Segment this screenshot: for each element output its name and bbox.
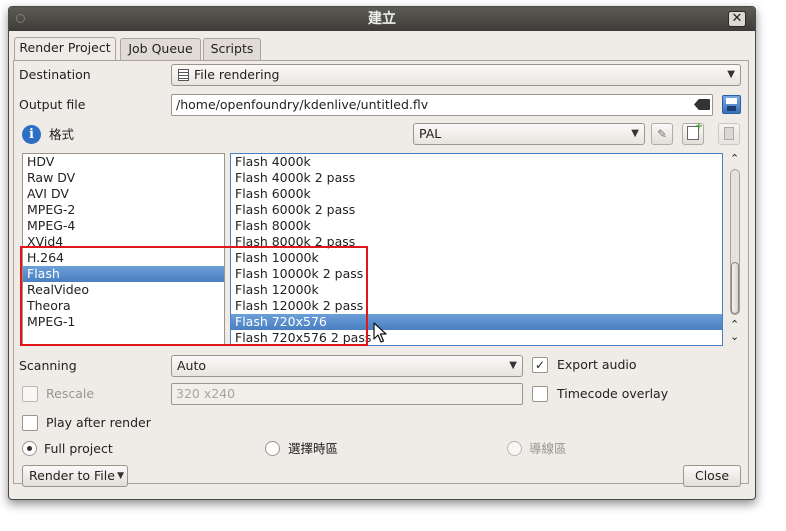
- pencil-icon: ✎: [656, 127, 668, 141]
- rescale-size-input[interactable]: 320 x240: [171, 383, 523, 405]
- format-list-item[interactable]: HDV: [23, 154, 224, 170]
- chevron-down-icon: ▼: [631, 128, 639, 139]
- preset-list-item[interactable]: Flash 6000k: [231, 186, 722, 202]
- output-file-label: Output file: [19, 97, 86, 112]
- delete-profile-button[interactable]: [718, 123, 740, 145]
- highlight-box: [20, 246, 368, 346]
- destination-label: Destination: [19, 67, 91, 82]
- destination-value: File rendering: [194, 67, 280, 82]
- chevron-down-icon: ▼: [509, 360, 517, 371]
- format-list-item[interactable]: Raw DV: [23, 170, 224, 186]
- close-button[interactable]: Close: [683, 465, 741, 487]
- destination-combo[interactable]: File rendering ▼: [171, 64, 741, 86]
- timecode-overlay-checkbox[interactable]: [532, 386, 548, 402]
- export-audio-checkbox[interactable]: ✓: [532, 357, 548, 373]
- trash-icon: [724, 127, 734, 140]
- render-to-file-button[interactable]: Render to File ▼: [22, 465, 128, 487]
- chevron-down-icon: ▼: [117, 471, 124, 481]
- preset-list-item[interactable]: Flash 4000k 2 pass: [231, 170, 722, 186]
- format-list-item[interactable]: MPEG-4: [23, 218, 224, 234]
- scanning-label: Scanning: [19, 358, 77, 373]
- info-icon[interactable]: i: [22, 125, 41, 144]
- profile-value: PAL: [419, 126, 442, 141]
- tab-render-project[interactable]: Render Project: [14, 37, 116, 61]
- preset-list-item[interactable]: Flash 4000k: [231, 154, 722, 170]
- preset-list-item[interactable]: Flash 8000k: [231, 218, 722, 234]
- selected-zone-label: 選擇時區: [288, 441, 339, 456]
- scanning-combo[interactable]: Auto ▼: [171, 355, 523, 377]
- selected-zone-radio[interactable]: [265, 441, 280, 456]
- format-label: 格式: [49, 127, 75, 142]
- preset-list-item[interactable]: Flash 6000k 2 pass: [231, 202, 722, 218]
- chevron-down-icon: ▼: [727, 69, 735, 80]
- full-project-label: Full project: [44, 441, 113, 456]
- film-icon: [178, 69, 189, 81]
- preset-scrollbar[interactable]: ⌃ ⌃ ⌄: [727, 153, 743, 346]
- guide-zone-label: 導線區: [529, 441, 567, 456]
- play-after-render-checkbox[interactable]: [22, 415, 38, 431]
- render-to-file-label: Render to File: [29, 468, 115, 483]
- scrollbar-trough[interactable]: [730, 169, 740, 315]
- format-list-item[interactable]: MPEG-2: [23, 202, 224, 218]
- edit-profile-button[interactable]: ✎: [651, 123, 673, 145]
- play-after-render-label: Play after render: [46, 415, 151, 430]
- render-dialog: 建立 ✕ Render Project Job Queue Scripts De…: [8, 6, 756, 500]
- tab-job-queue[interactable]: Job Queue: [120, 38, 201, 60]
- rescale-label: Rescale: [46, 386, 95, 401]
- save-file-icon[interactable]: [722, 95, 741, 114]
- scanning-value: Auto: [177, 358, 207, 373]
- new-profile-button[interactable]: +: [682, 122, 704, 145]
- scroll-up-icon[interactable]: ⌃: [730, 153, 739, 165]
- mouse-pointer-icon: [373, 322, 387, 343]
- rescale-checkbox[interactable]: [22, 386, 38, 402]
- profile-combo[interactable]: PAL ▼: [413, 123, 645, 145]
- window-close-button[interactable]: ✕: [728, 11, 746, 27]
- full-project-radio[interactable]: [22, 441, 37, 456]
- output-file-input[interactable]: /home/openfoundry/kdenlive/untitled.flv: [171, 94, 713, 116]
- new-document-icon: +: [687, 122, 703, 140]
- window-title: 建立: [368, 11, 396, 27]
- scroll-down-icon[interactable]: ⌄: [730, 331, 739, 343]
- timecode-overlay-label: Timecode overlay: [557, 386, 669, 401]
- guide-zone-radio[interactable]: [507, 441, 522, 456]
- scrollbar-thumb[interactable]: [731, 262, 739, 314]
- export-audio-label: Export audio: [557, 357, 637, 372]
- format-list-item[interactable]: AVI DV: [23, 186, 224, 202]
- tab-scripts[interactable]: Scripts: [203, 38, 261, 60]
